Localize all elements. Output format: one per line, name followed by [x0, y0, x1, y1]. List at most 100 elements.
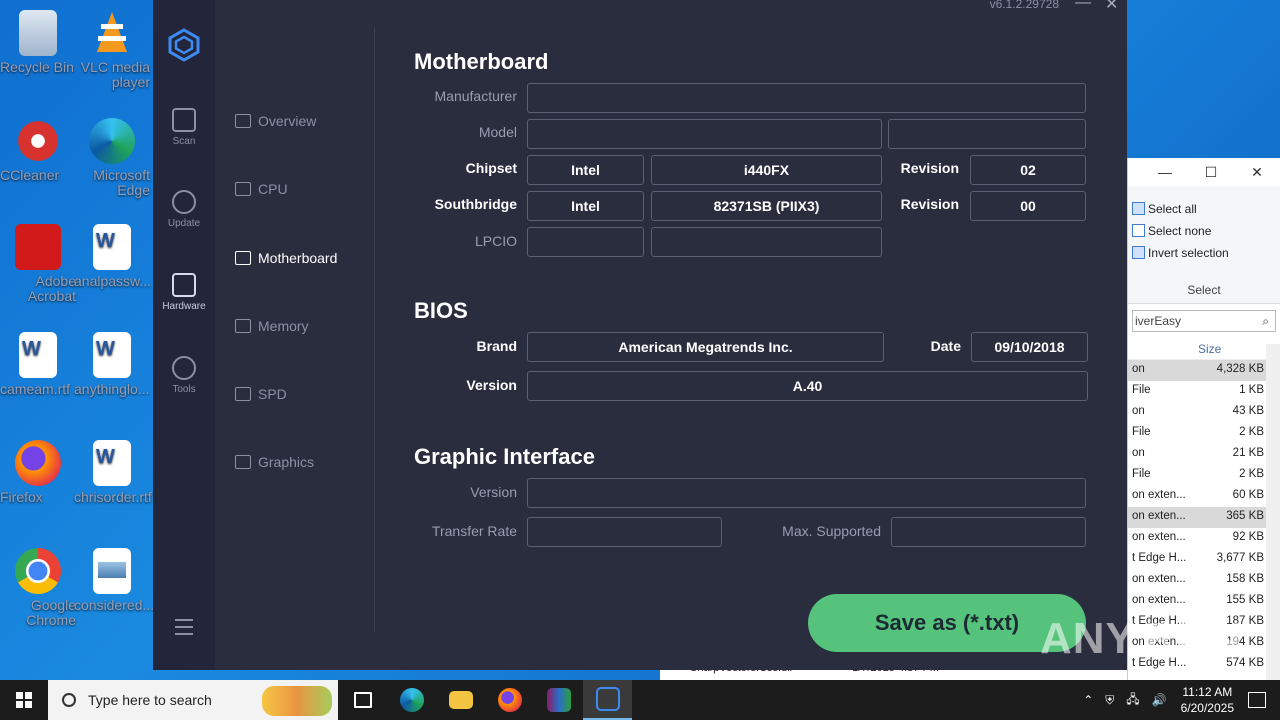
winrar-icon	[546, 688, 571, 712]
file-size-cell: 1 KB	[1239, 384, 1264, 396]
taskbar-search-box[interactable]: Type here to search	[48, 680, 338, 720]
anyrun-watermark: ANY.RUN	[1040, 614, 1243, 663]
southbridge-revision-label: Revision	[900, 196, 959, 212]
table-row[interactable]: on exten... 60 KB	[1128, 486, 1280, 507]
model-field	[527, 119, 882, 149]
file-explorer-window: — ☐ ✕ Select all Select none Invert sele…	[1127, 158, 1280, 684]
spd-icon	[235, 387, 251, 401]
edge-icon	[89, 118, 135, 164]
firefox-icon	[15, 440, 61, 486]
file-type-cell: on	[1132, 447, 1145, 459]
explorer-scrollbar[interactable]	[1266, 344, 1280, 684]
desktop-icon-chrome[interactable]: Google Chrome	[0, 548, 76, 628]
notification-icon[interactable]	[1248, 692, 1266, 708]
gi-version-label: Version	[470, 484, 517, 500]
desktop-icon-vlc[interactable]: VLC media player	[74, 10, 150, 90]
subnav-item-overview[interactable]: Overview	[235, 109, 316, 133]
rail-item-hardware[interactable]: Hardware	[153, 273, 215, 312]
taskbar-edge[interactable]	[387, 680, 436, 720]
taskbar-firefox[interactable]	[485, 680, 534, 720]
file-type-cell: File	[1132, 384, 1151, 396]
desktop-icon-image-file[interactable]: considered...	[74, 548, 154, 613]
panel-divider	[374, 28, 375, 632]
table-row[interactable]: on 4,328 KB	[1128, 360, 1280, 381]
table-row[interactable]: on 21 KB	[1128, 444, 1280, 465]
minimize-icon[interactable]: —	[1142, 164, 1188, 180]
size-column-header[interactable]: Size	[1128, 338, 1280, 360]
start-button[interactable]	[0, 680, 48, 720]
southbridge-vendor-field: Intel	[527, 191, 644, 221]
desktop-icon-word-doc-3[interactable]: W anythinglo...	[74, 332, 150, 397]
chipset-revision-field: 02	[970, 155, 1086, 185]
clock[interactable]: 11:12 AM 6/20/2025	[1181, 684, 1234, 716]
volume-icon[interactable]: 🔊	[1152, 693, 1167, 707]
close-icon[interactable]: ✕	[1234, 164, 1280, 181]
southbridge-model-field: 82371SB (PIIX3)	[651, 191, 882, 221]
lpcio-vendor-field	[527, 227, 644, 257]
scan-icon	[172, 108, 196, 132]
folder-icon	[448, 691, 473, 709]
file-type-cell: on exten...	[1132, 510, 1186, 522]
table-row[interactable]: on exten... 158 KB	[1128, 570, 1280, 591]
desktop-icon-firefox[interactable]: Firefox	[0, 440, 76, 505]
windows-logo-icon	[16, 692, 32, 708]
tools-icon	[172, 356, 196, 380]
desktop-icon-ccleaner[interactable]: CCleaner	[0, 118, 76, 183]
rail-item-update[interactable]: Update	[153, 190, 215, 229]
subnav-item-graphics[interactable]: Graphics	[235, 450, 314, 474]
explorer-search-input[interactable]: iverEasy ⌕	[1132, 310, 1276, 332]
subnav-item-motherboard[interactable]: Motherboard	[235, 246, 337, 270]
subnav-item-cpu[interactable]: CPU	[235, 177, 288, 201]
taskbar-driver-easy[interactable]	[583, 680, 632, 720]
desktop-icon-edge[interactable]: Microsoft Edge	[74, 118, 150, 198]
bios-date-field: 09/10/2018	[971, 332, 1088, 362]
desktop-icon-word-doc-1[interactable]: W analpassw...	[74, 224, 151, 289]
select-none-button[interactable]: Select none	[1128, 220, 1280, 242]
nav-rail: Scan Update Hardware Tools	[153, 0, 215, 670]
rail-item-scan[interactable]: Scan	[153, 108, 215, 147]
search-icon	[62, 693, 76, 707]
max-supported-label: Max. Supported	[782, 523, 881, 539]
southbridge-label: Southbridge	[434, 196, 517, 212]
rail-item-tools[interactable]: Tools	[153, 356, 215, 395]
table-row[interactable]: File 2 KB	[1128, 423, 1280, 444]
subnav-item-memory[interactable]: Memory	[235, 314, 309, 338]
task-view-button[interactable]	[338, 680, 387, 720]
table-row[interactable]: t Edge H... 3,677 KB	[1128, 549, 1280, 570]
table-row[interactable]: on exten... 92 KB	[1128, 528, 1280, 549]
desktop-icon-acrobat[interactable]: Adobe Acrobat	[0, 224, 76, 304]
file-size-cell: 158 KB	[1226, 573, 1264, 585]
table-row[interactable]: on exten... 155 KB	[1128, 591, 1280, 612]
southbridge-revision-field: 00	[970, 191, 1086, 221]
network-icon[interactable]: 🖧	[1126, 690, 1139, 711]
security-icon[interactable]: ⛨	[1105, 693, 1114, 708]
update-icon	[172, 190, 196, 214]
desktop-icon-word-doc-4[interactable]: W chrisorder.rtf	[74, 440, 152, 505]
memory-icon	[235, 319, 251, 333]
select-all-button[interactable]: Select all	[1128, 198, 1280, 220]
desktop-icon-word-doc-2[interactable]: W cameam.rtf	[0, 332, 76, 397]
word-doc-icon: W	[19, 332, 57, 378]
table-row[interactable]: on exten... 365 KB	[1128, 507, 1280, 528]
chipset-model-field: i440FX	[651, 155, 882, 185]
menu-icon[interactable]	[175, 619, 193, 640]
desktop-icon-recycle-bin[interactable]: Recycle Bin	[0, 10, 76, 75]
file-size-cell: 4,328 KB	[1216, 363, 1264, 375]
system-tray: ⌃ ⛨ 🖧 🔊 11:12 AM 6/20/2025	[1077, 680, 1280, 720]
chevron-up-icon[interactable]: ⌃	[1083, 693, 1093, 707]
close-icon[interactable]: ✕	[1105, 0, 1118, 14]
taskbar-file-explorer[interactable]	[436, 680, 485, 720]
bios-version-field: A.40	[527, 371, 1088, 401]
explorer-ribbon: Select all Select none Invert selection …	[1128, 186, 1280, 304]
table-row[interactable]: on 43 KB	[1128, 402, 1280, 423]
file-type-cell: on exten...	[1132, 573, 1186, 585]
subnav-item-spd[interactable]: SPD	[235, 382, 287, 406]
minimize-icon[interactable]: —	[1075, 0, 1091, 12]
file-type-cell: on exten...	[1132, 531, 1186, 543]
table-row[interactable]: File 1 KB	[1128, 381, 1280, 402]
table-row[interactable]: File 2 KB	[1128, 465, 1280, 486]
taskbar-winrar[interactable]	[534, 680, 583, 720]
file-type-cell: on	[1132, 405, 1145, 417]
maximize-icon[interactable]: ☐	[1188, 164, 1234, 181]
invert-selection-button[interactable]: Invert selection	[1128, 242, 1280, 264]
